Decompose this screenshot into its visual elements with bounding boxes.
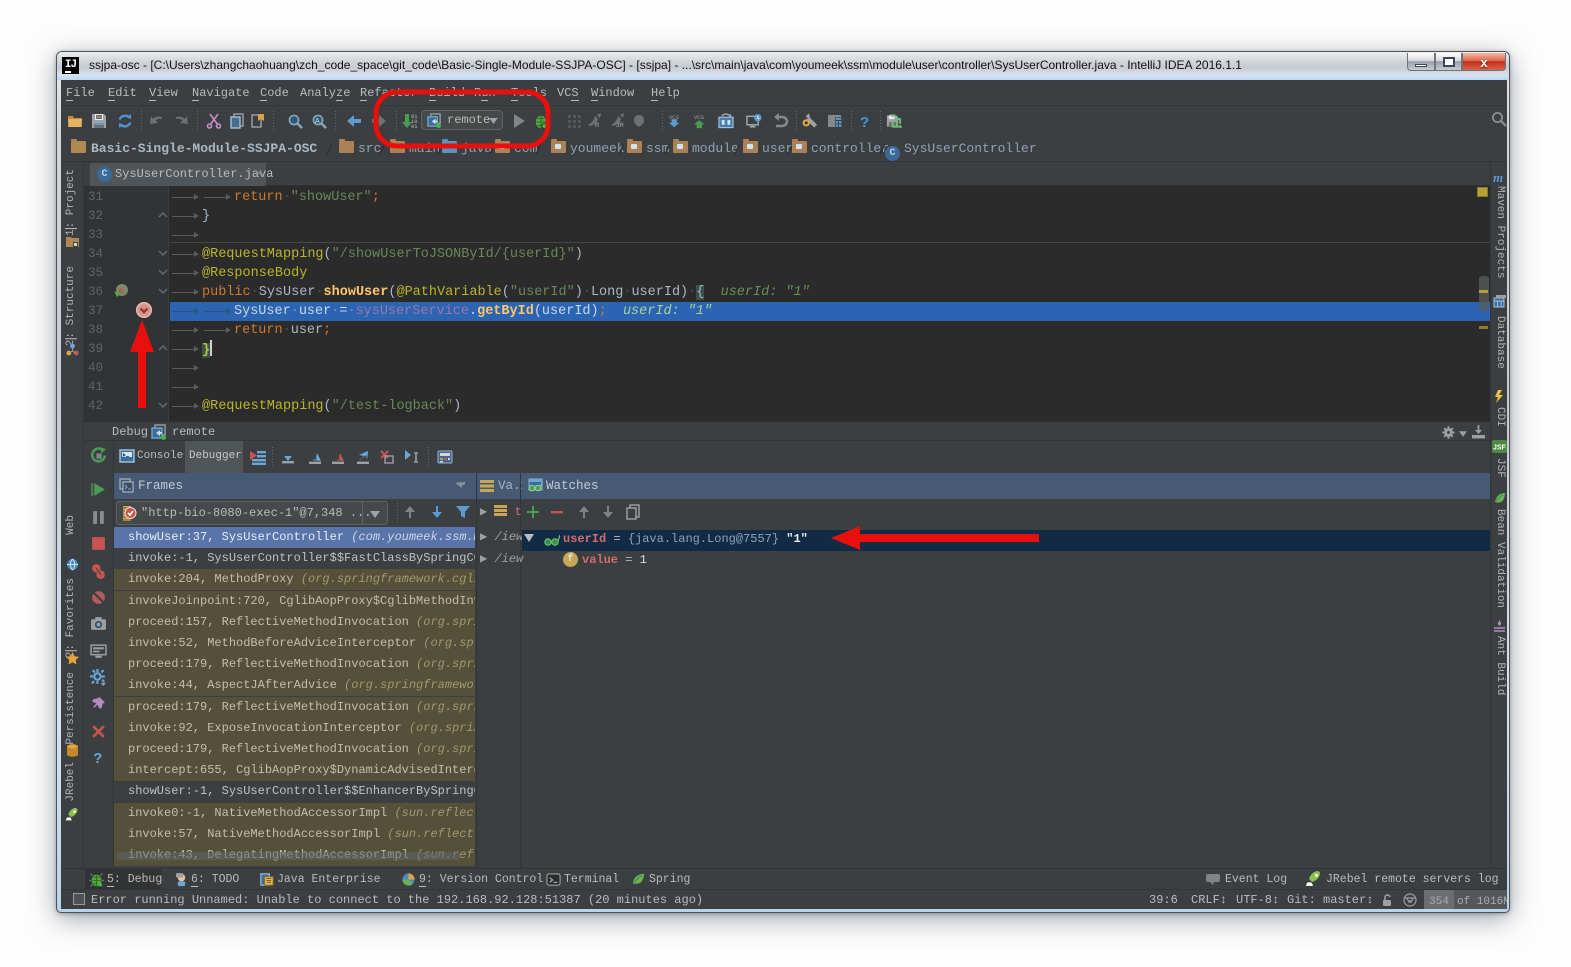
svg-text:?: ? — [860, 114, 869, 129]
svg-text:?: ? — [93, 751, 102, 766]
svg-text:JR: JR — [616, 123, 624, 129]
svg-text:A: A — [315, 118, 320, 125]
svg-text:JSF: JSF — [1493, 445, 1507, 452]
svg-text:01: 01 — [411, 124, 417, 129]
svg-text:R: R — [595, 123, 600, 129]
svg-text:m: m — [119, 288, 124, 297]
